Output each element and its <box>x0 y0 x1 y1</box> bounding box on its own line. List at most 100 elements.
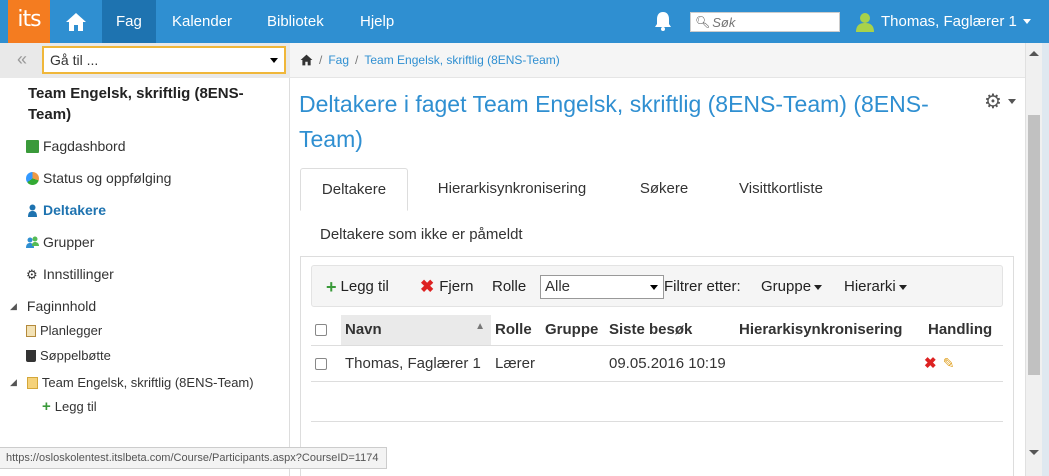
tree-label: Faginnhold <box>26 298 97 314</box>
tree-faginnhold[interactable]: ◢ Faginnhold <box>10 298 96 314</box>
group-filter-label: Gruppe <box>761 278 812 295</box>
participants-table: Navn ▲ Rolle Gruppe Siste besøk Hierarkis… <box>311 315 1003 422</box>
scroll-up-arrow-icon[interactable] <box>1029 51 1039 56</box>
group-filter-dropdown[interactable]: Gruppe <box>761 266 823 308</box>
toolbar: + Legg til ✖ Fjern Rolle Alle Filtrer et… <box>311 265 1003 307</box>
tab-bar: Deltakere Hierarkisynkronisering Søkere … <box>300 168 1000 211</box>
home-icon[interactable] <box>300 54 313 66</box>
chevron-down-icon <box>898 284 907 290</box>
sidebar-item-deltakere[interactable]: Deltakere <box>26 202 106 218</box>
user-avatar-icon <box>856 12 874 32</box>
chevron-down-icon <box>1022 19 1031 24</box>
search-box[interactable]: 🔍︎ <box>690 12 840 32</box>
tree-label: Legg til <box>54 399 97 414</box>
column-header-siste-besok[interactable]: Siste besøk <box>605 315 735 346</box>
sidebar-item-label: Status og oppfølging <box>43 170 172 186</box>
edit-pencil-icon[interactable]: ✎ <box>943 355 955 371</box>
table-header-row: Navn ▲ Rolle Gruppe Siste besøk Hierarkis… <box>311 315 1003 346</box>
goto-select[interactable]: Gå til ... <box>42 46 286 74</box>
tab-sokere[interactable]: Søkere <box>626 168 702 211</box>
plus-icon: + <box>42 397 51 415</box>
tab-hierarkisynkronisering[interactable]: Hierarkisynkronisering <box>422 168 602 211</box>
sidebar-item-grupper[interactable]: Grupper <box>26 234 94 250</box>
page-title: Deltakere i faget Team Engelsk, skriftli… <box>299 91 929 152</box>
sidebar-item-label: Grupper <box>43 234 95 250</box>
tree-label: Planlegger <box>40 323 103 338</box>
chevron-down-icon <box>814 284 823 290</box>
page-settings-button[interactable]: ⚙ <box>984 89 1016 114</box>
cell-name[interactable]: Thomas, Faglærer 1 <box>341 345 491 382</box>
its-logo[interactable]: its <box>8 0 50 43</box>
status-url: https://osloskolentest.itslbeta.com/Cour… <box>0 447 388 469</box>
goto-label: Gå til ... <box>50 52 99 68</box>
add-button[interactable]: + Legg til <box>326 266 389 308</box>
page-scrollbar[interactable] <box>1025 43 1042 476</box>
row-checkbox[interactable] <box>315 357 327 370</box>
breadcrumb-separator: / <box>319 53 323 67</box>
tab-visittkortliste[interactable]: Visittkortliste <box>720 168 842 211</box>
collapse-sidebar-button[interactable]: « <box>8 49 36 71</box>
sidebar-item-fagdashbord[interactable]: Fagdashbord <box>26 138 126 154</box>
group-icon <box>26 236 39 248</box>
search-icon: 🔍︎ <box>695 15 711 29</box>
chevron-down-icon <box>1007 99 1016 104</box>
breadcrumb-fag[interactable]: Fag <box>328 53 349 67</box>
tab-deltakere[interactable]: Deltakere <box>300 168 408 211</box>
main-content: / Fag / Team Engelsk, skriftlig (8ENS-Te… <box>290 43 1025 476</box>
sidebar: « Gå til ... Team Engelsk, skriftlig (8E… <box>0 43 290 476</box>
column-header-hierarkisynkronisering[interactable]: Hierarkisynkronisering <box>735 315 924 346</box>
delete-icon[interactable]: ✖ <box>924 355 937 372</box>
top-navbar: its Fag Kalender Bibliotek Hjelp 🔍︎ Thom… <box>0 0 1049 43</box>
home-button[interactable] <box>52 0 100 43</box>
remove-label: Fjern <box>439 278 474 295</box>
tree-soppelbotte[interactable]: Søppelbøtte <box>26 348 111 363</box>
row-select-cell <box>311 345 341 382</box>
person-icon <box>28 204 37 217</box>
chevron-down-icon <box>650 285 658 290</box>
status-icon <box>26 171 39 185</box>
nav-kalender[interactable]: Kalender <box>158 0 246 43</box>
nav-hjelp[interactable]: Hjelp <box>346 0 408 43</box>
window-frame <box>1042 43 1049 476</box>
scroll-down-arrow-icon[interactable] <box>1029 450 1039 455</box>
tree-legg-til[interactable]: + Legg til <box>42 397 97 415</box>
chevron-down-icon <box>270 58 278 63</box>
gear-icon: ⚙ <box>984 91 1002 113</box>
sidebar-item-status[interactable]: Status og oppfølging <box>26 170 171 186</box>
close-icon: ✖ <box>420 277 435 296</box>
hierarchy-filter-dropdown[interactable]: Hierarki <box>844 266 907 308</box>
breadcrumb-course[interactable]: Team Engelsk, skriftlig (8ENS-Team) <box>364 53 559 67</box>
folder-icon <box>26 376 38 389</box>
column-header-navn[interactable]: Navn ▲ <box>341 315 491 346</box>
sort-ascending-icon: ▲ <box>475 321 485 332</box>
course-title: Team Engelsk, skriftlig (8ENS-Team) <box>28 85 244 123</box>
gear-icon: ⚙ <box>26 266 38 282</box>
tree-expand-icon: ◢ <box>10 300 17 311</box>
tree-team-engelsk[interactable]: ◢ Team Engelsk, skriftlig (8ENS-Team) <box>10 375 254 390</box>
search-input[interactable] <box>712 14 838 30</box>
user-menu[interactable]: Thomas, Faglærer 1 <box>855 0 1031 43</box>
remove-button[interactable]: ✖ Fjern <box>420 266 473 308</box>
breadcrumb-separator: / <box>355 53 359 67</box>
column-header-gruppe[interactable]: Gruppe <box>541 315 605 346</box>
nav-bibliotek[interactable]: Bibliotek <box>253 0 338 43</box>
sidebar-item-label: Fagdashbord <box>43 138 126 154</box>
user-name: Thomas, Faglærer 1 <box>881 13 1017 30</box>
nav-fag[interactable]: Fag <box>102 0 156 43</box>
sidebar-item-innstillinger[interactable]: ⚙ Innstillinger <box>26 266 114 282</box>
column-header-handling: Handling <box>924 315 1003 346</box>
table-row: Thomas, Faglærer 1 Lærer 09.05.2016 10:1… <box>311 345 1003 382</box>
tree-expand-icon: ◢ <box>10 377 17 387</box>
scroll-thumb[interactable] <box>1028 115 1040 375</box>
tree-planlegger[interactable]: Planlegger <box>26 323 102 338</box>
role-select[interactable]: Alle <box>540 275 664 299</box>
cell-actions: ✖ ✎ <box>924 345 1003 382</box>
add-label: Legg til <box>340 278 389 295</box>
notifications-bell-icon[interactable] <box>652 10 674 32</box>
role-label: Rolle <box>492 278 527 295</box>
column-header-rolle[interactable]: Rolle <box>491 315 541 346</box>
hierarchy-filter-label: Hierarki <box>844 278 896 295</box>
role-select-value: Alle <box>545 278 571 295</box>
select-all-checkbox[interactable] <box>315 324 327 337</box>
tab-deltakere-ikke-pameldt[interactable]: Deltakere som ikke er påmeldt <box>320 226 523 243</box>
